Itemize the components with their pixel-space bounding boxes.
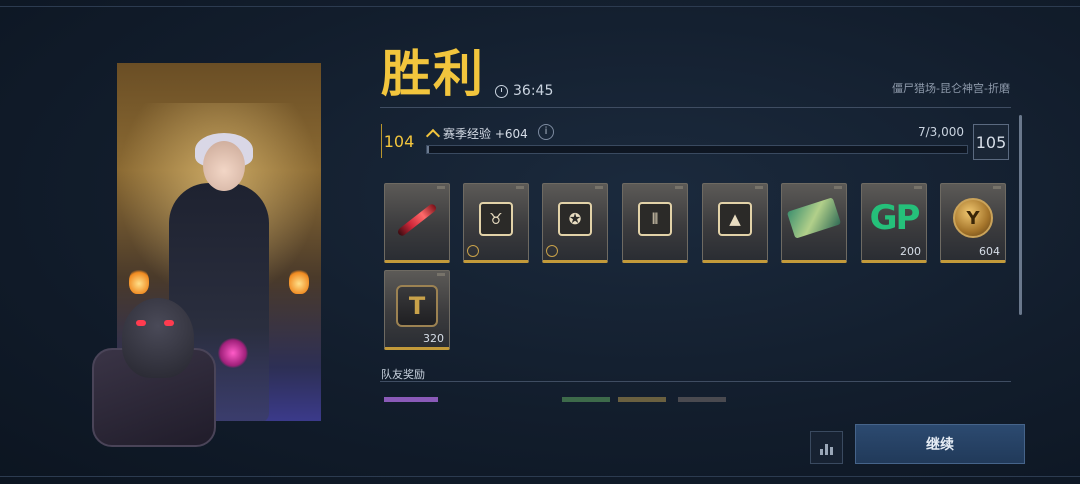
pet-eye-right (164, 320, 174, 326)
item-corner-mark (675, 186, 683, 189)
reward-tt-token[interactable]: T 320 (384, 270, 450, 350)
teammate-reward-peek (678, 397, 726, 402)
tent-icon: ▲ (718, 202, 752, 236)
torch-left-icon (129, 268, 149, 294)
reward-weapon-skin[interactable] (384, 183, 450, 263)
item-corner-mark (993, 186, 1001, 189)
gp-icon: GP (869, 198, 921, 238)
frame-line-bottom (0, 476, 1080, 477)
xp-progress-bar (426, 145, 968, 154)
reward-tent-emblem[interactable]: ▲ (702, 183, 768, 263)
teammate-reward-peek (618, 397, 666, 402)
reward-season-coin[interactable]: Y 604 (940, 183, 1006, 263)
frame-line-top (0, 6, 1080, 7)
clock-icon (495, 84, 508, 98)
reward-gp-currency[interactable]: GP 200 (861, 183, 927, 263)
pet-bird (122, 298, 194, 378)
tt-logo-icon: T (396, 285, 438, 327)
reward-count: 320 (423, 332, 444, 345)
reward-ammo-card[interactable]: ⦀ (622, 183, 688, 263)
flower-effect-icon (218, 338, 248, 368)
teammate-reward-peek (562, 397, 610, 402)
xp-count: 7/3,000 (917, 125, 964, 139)
teammate-reward-peek (384, 397, 438, 402)
coin-icon: Y (953, 198, 993, 238)
bar-chart-icon (820, 449, 823, 455)
emblem-tag-icon (467, 245, 479, 257)
reward-rifle-skin[interactable] (781, 183, 847, 263)
next-level: 105 (973, 124, 1009, 160)
rifle-icon (786, 197, 842, 239)
header-divider (380, 107, 1011, 108)
chevron-up-icon (425, 128, 441, 143)
game-mode-label: 僵尸猎场-昆仑神宫-折磨 (892, 82, 1010, 95)
match-time: 36:45 (513, 83, 554, 99)
item-corner-mark (595, 186, 603, 189)
current-level: 104 (381, 124, 416, 158)
bar-chart-icon (830, 447, 833, 455)
continue-button[interactable]: 继续 (855, 424, 1025, 464)
character-head (203, 141, 245, 191)
item-corner-mark (914, 186, 922, 189)
result-title: 胜利 (381, 45, 485, 103)
stats-button[interactable] (810, 431, 843, 464)
crosshair-emblem-icon: ✪ (558, 202, 592, 236)
season-xp-label: 赛季经验 +604 (443, 127, 528, 141)
ammo-icon: ⦀ (638, 202, 672, 236)
item-corner-mark (755, 186, 763, 189)
blade-icon (394, 202, 440, 238)
bar-chart-icon (825, 444, 828, 455)
item-corner-mark (437, 273, 445, 276)
teammate-rewards-label: 队友奖励 (381, 368, 425, 381)
reward-aim-emblem[interactable]: ✪ (542, 183, 608, 263)
match-timer: 36:45 (495, 83, 553, 99)
torch-right-icon (289, 268, 309, 294)
reward-bull-emblem[interactable]: ♉ (463, 183, 529, 263)
pet-eye-left (136, 320, 146, 326)
xp-progress-fill (427, 146, 429, 153)
reward-count: 604 (979, 245, 1000, 258)
item-corner-mark (834, 186, 842, 189)
reward-count: 200 (900, 245, 921, 258)
teammate-divider (380, 381, 1011, 382)
item-corner-mark (437, 186, 445, 189)
rewards-scrollbar[interactable] (1019, 115, 1022, 315)
item-corner-mark (516, 186, 524, 189)
info-icon[interactable]: i (538, 124, 554, 140)
bull-emblem-icon: ♉ (479, 202, 513, 236)
pet-companion (92, 298, 248, 447)
season-xp: 赛季经验 +604 (425, 125, 528, 143)
emblem-tag-icon (546, 245, 558, 257)
